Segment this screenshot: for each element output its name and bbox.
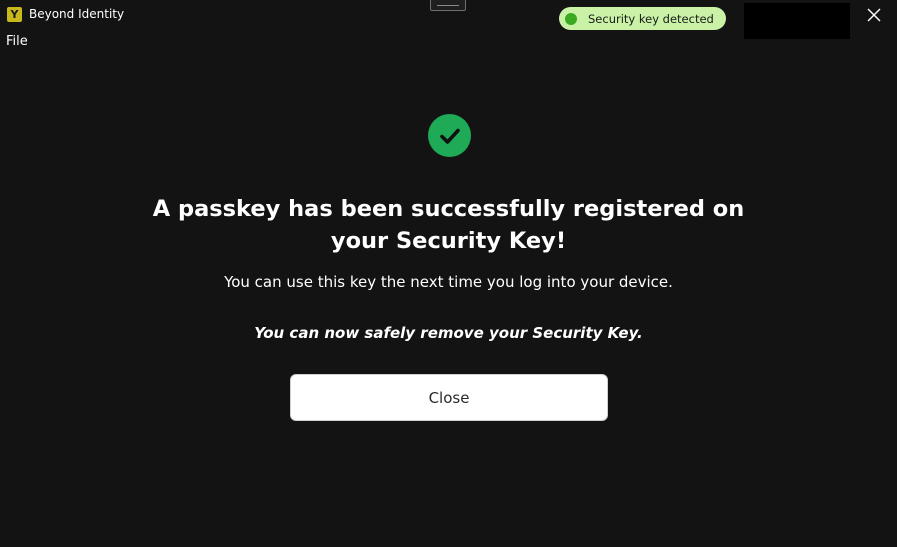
beyond-identity-logo-icon: Y — [7, 7, 22, 22]
app-window: Y Beyond Identity Security key detected … — [0, 0, 897, 547]
checkmark-icon — [439, 128, 460, 144]
window-close-button[interactable] — [864, 5, 884, 25]
success-subtitle: You can use this key the next time you l… — [224, 273, 673, 291]
heading-line-1: A passkey has been successfully register… — [152, 196, 745, 222]
status-text: Security key detected — [588, 11, 714, 26]
close-icon — [867, 8, 881, 22]
remove-key-note: You can now safely remove your Security … — [254, 324, 643, 342]
app-title: Beyond Identity — [29, 7, 125, 21]
window-drag-handle[interactable] — [430, 0, 466, 11]
close-button[interactable]: Close — [290, 374, 608, 421]
checkmark-circle-icon — [428, 114, 471, 157]
success-heading: A passkey has been successfully register… — [120, 193, 777, 257]
menu-file[interactable]: File — [6, 34, 28, 50]
heading-line-2: your Security Key! — [330, 228, 567, 254]
status-dot-icon — [565, 12, 577, 25]
security-key-status-badge: Security key detected — [559, 7, 726, 30]
logo-glyph: Y — [10, 8, 19, 21]
redacted-area — [744, 3, 850, 39]
